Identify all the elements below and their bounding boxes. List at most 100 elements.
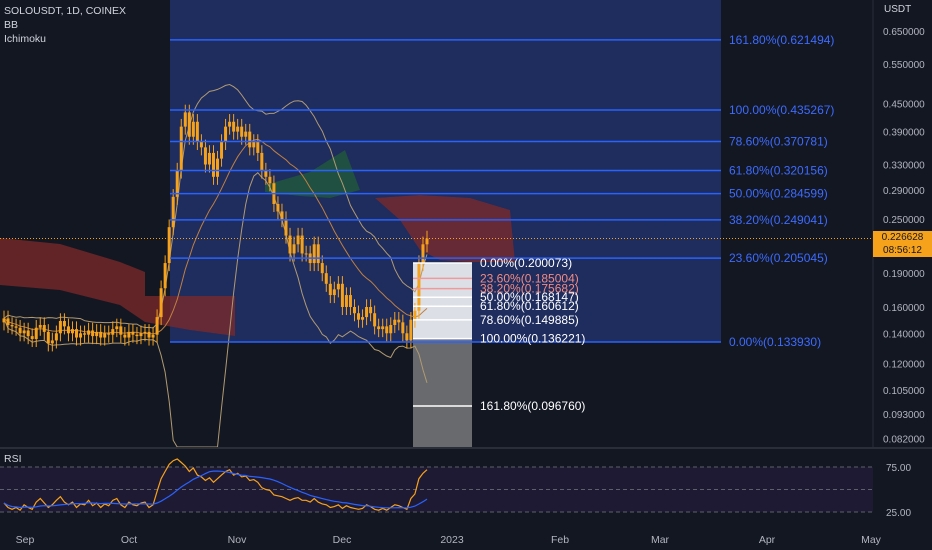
candle-body bbox=[6, 318, 10, 326]
candle-body bbox=[187, 112, 191, 137]
candle-body bbox=[42, 325, 46, 332]
candle-body bbox=[34, 327, 38, 339]
fib-main-label: 38.20%(0.249041) bbox=[729, 213, 828, 227]
candle-body bbox=[224, 126, 228, 142]
candle-body bbox=[38, 325, 42, 328]
fib-main-label: 0.00%(0.133930) bbox=[729, 335, 821, 349]
time-tick-label: 2023 bbox=[440, 534, 464, 546]
candle-body bbox=[103, 333, 107, 338]
bb-indicator-label[interactable]: BB bbox=[4, 18, 126, 32]
rsi-tick-label: 25.00 bbox=[886, 508, 911, 519]
candle-body bbox=[316, 244, 320, 264]
candle-body bbox=[369, 306, 373, 314]
candle-body bbox=[18, 327, 22, 334]
ichimoku-indicator-label[interactable]: Ichimoku bbox=[4, 32, 126, 46]
price-tick-label: 0.120000 bbox=[883, 360, 925, 371]
cloud-bear-1 bbox=[0, 238, 145, 322]
candle-body bbox=[171, 196, 175, 228]
candle-body bbox=[401, 322, 405, 334]
candle-body bbox=[66, 326, 70, 334]
candle-body bbox=[361, 317, 365, 320]
candle-body bbox=[155, 317, 159, 335]
candle-body bbox=[107, 333, 111, 335]
candle-body bbox=[340, 283, 344, 307]
time-tick-label: Nov bbox=[228, 534, 247, 546]
candle-body bbox=[2, 318, 6, 323]
price-tick-label: 0.250000 bbox=[883, 215, 925, 226]
candle-body bbox=[352, 306, 356, 314]
candle-body bbox=[123, 334, 127, 338]
price-tick-label: 0.550000 bbox=[883, 60, 925, 71]
candle-body bbox=[83, 333, 87, 335]
candle-body bbox=[328, 283, 332, 296]
pane-divider[interactable] bbox=[0, 447, 932, 449]
fib-small-lower-zone bbox=[413, 338, 472, 447]
legend: SOLOUSDT, 1D, COINEX BB Ichimoku bbox=[4, 4, 126, 46]
candle-body bbox=[119, 326, 123, 335]
fib-main-label: 23.60%(0.205045) bbox=[729, 251, 828, 265]
bar-countdown: 08:56:12 bbox=[883, 245, 922, 256]
candle-body bbox=[111, 329, 115, 335]
candle-body bbox=[228, 121, 232, 127]
candle-body bbox=[240, 126, 244, 137]
candle-body bbox=[147, 331, 151, 338]
candle-body bbox=[127, 331, 131, 338]
candle-body bbox=[421, 244, 425, 264]
time-tick-label: Sep bbox=[16, 534, 35, 546]
fib-small-label: 61.80%(0.160612) bbox=[480, 299, 579, 313]
fib-small-label: 78.60%(0.149885) bbox=[480, 313, 579, 327]
candle-body bbox=[268, 176, 272, 184]
rsi-pane: 75.00 25.00 bbox=[0, 458, 911, 519]
candle-body bbox=[91, 330, 95, 337]
candle-body bbox=[312, 244, 316, 264]
last-price-value: 0.226628 bbox=[881, 232, 924, 243]
candle-body bbox=[284, 219, 288, 236]
candle-body bbox=[115, 326, 119, 330]
candle-body bbox=[75, 329, 79, 338]
candle-body bbox=[381, 326, 385, 330]
candle-body bbox=[143, 331, 147, 334]
candle-body bbox=[207, 152, 211, 165]
price-tick-label: 0.390000 bbox=[883, 128, 925, 139]
price-chart[interactable]: 161.80%(0.621494) 100.00%(0.435267) 78.60%… bbox=[0, 0, 932, 550]
candle-body bbox=[236, 126, 240, 132]
candle-body bbox=[10, 325, 14, 327]
fib-main-label: 78.60%(0.370781) bbox=[729, 135, 828, 149]
candle-body bbox=[320, 263, 324, 274]
candle-body bbox=[417, 263, 421, 311]
candle-body bbox=[54, 333, 58, 341]
candle-body bbox=[232, 121, 236, 132]
currency-label: USDT bbox=[884, 4, 912, 15]
price-tick-label: 0.190000 bbox=[883, 269, 925, 280]
candle-body bbox=[50, 340, 54, 344]
candle-body bbox=[344, 295, 348, 307]
candle-body bbox=[365, 306, 369, 318]
price-tick-label: 0.082000 bbox=[883, 435, 925, 446]
candle-body bbox=[99, 331, 103, 338]
candle-body bbox=[58, 321, 62, 334]
candle-body bbox=[95, 331, 99, 337]
time-axis: Sep Oct Nov Dec 2023 Feb Mar Apr May bbox=[16, 534, 882, 546]
candle-body bbox=[203, 147, 207, 165]
candle-body bbox=[332, 289, 336, 296]
candle-body bbox=[244, 131, 248, 137]
candle-body bbox=[216, 158, 220, 177]
candle-body bbox=[280, 211, 284, 220]
candle-body bbox=[357, 313, 361, 320]
candle-body bbox=[304, 253, 308, 255]
candle-body bbox=[292, 244, 296, 254]
price-tick-label: 0.290000 bbox=[883, 186, 925, 197]
candle-body bbox=[377, 326, 381, 330]
fib-small-label: 100.00%(0.136221) bbox=[480, 332, 585, 346]
rsi-label[interactable]: RSI bbox=[4, 453, 22, 465]
symbol-label[interactable]: SOLOUSDT, 1D, COINEX bbox=[4, 4, 126, 18]
price-tick-label: 0.650000 bbox=[883, 27, 925, 38]
price-tick-label: 0.450000 bbox=[883, 99, 925, 110]
candle-body bbox=[252, 141, 256, 148]
fib-main-label: 161.80%(0.621494) bbox=[729, 33, 834, 47]
candle-body bbox=[348, 295, 352, 307]
candle-body bbox=[256, 141, 260, 153]
fib-main-label: 61.80%(0.320156) bbox=[729, 163, 828, 177]
time-tick-label: Apr bbox=[759, 534, 776, 546]
candle-body bbox=[336, 283, 340, 290]
